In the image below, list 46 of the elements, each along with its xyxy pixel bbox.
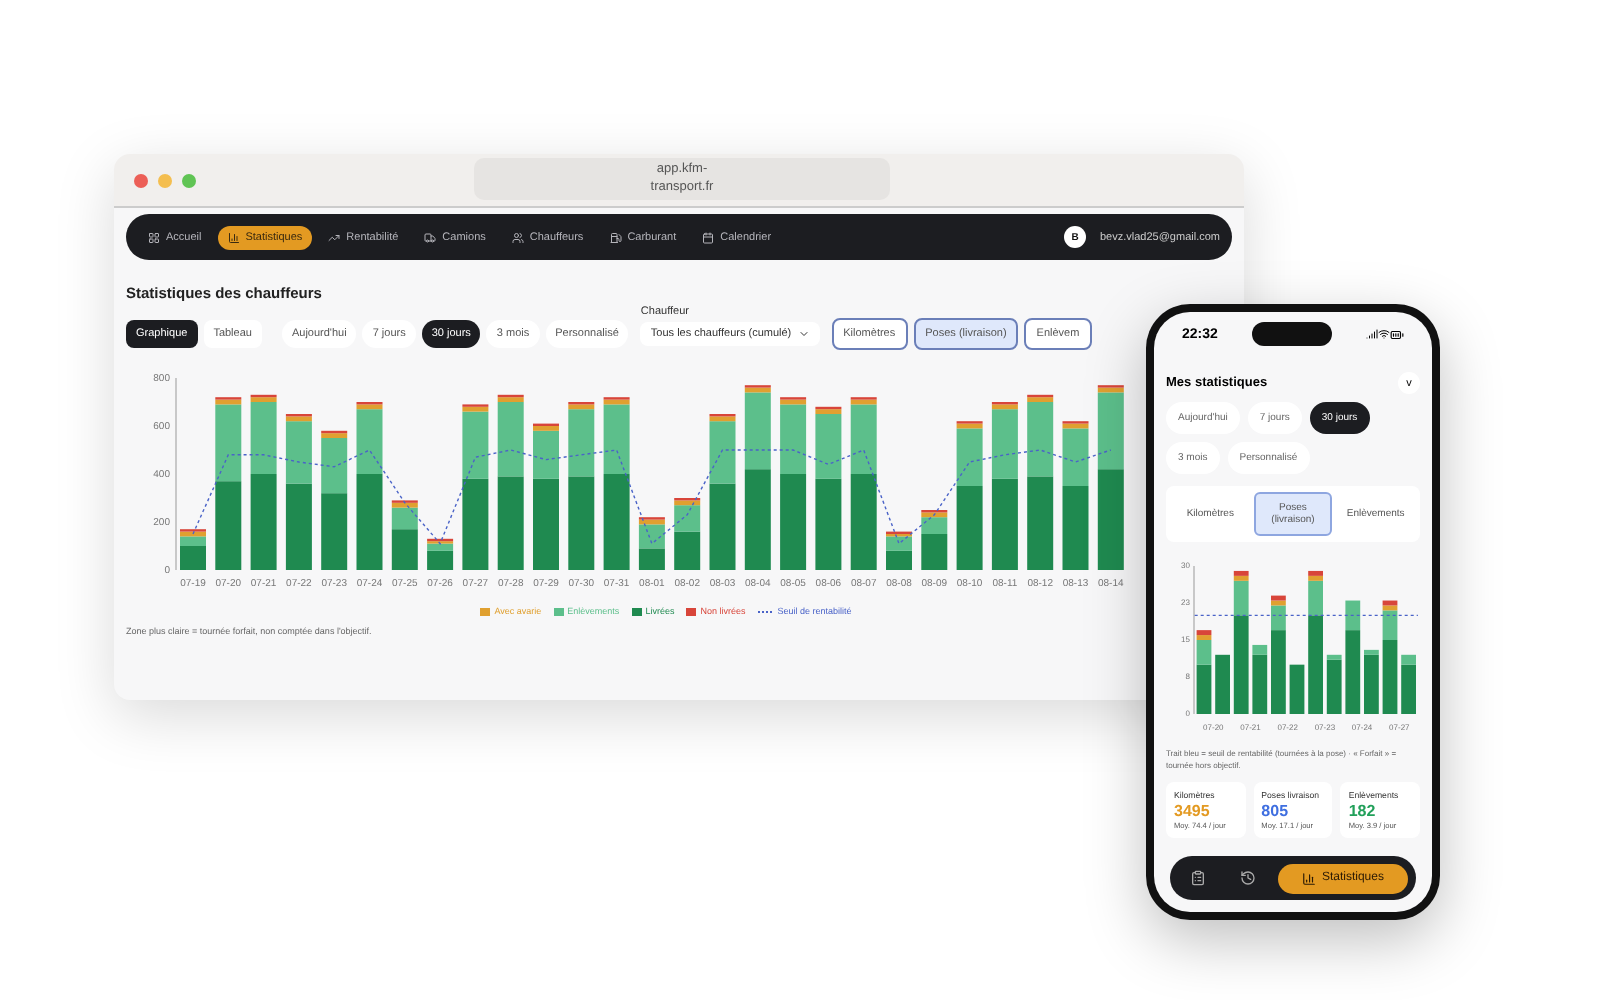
bar-segment — [250, 474, 277, 570]
bar-segment — [603, 474, 630, 570]
nav-icon — [424, 231, 437, 243]
camera-notch — [1251, 322, 1332, 346]
legend-swatch — [631, 607, 642, 615]
bar-segment — [321, 493, 348, 570]
bar-segment — [568, 476, 595, 570]
close-icon[interactable] — [134, 173, 148, 187]
bar-segment — [815, 478, 842, 570]
nav-icon — [609, 231, 622, 243]
maximize-icon[interactable] — [182, 173, 196, 187]
battery-icon — [1390, 327, 1404, 341]
bar-segment — [497, 476, 524, 570]
stat-value: 182 — [1348, 802, 1378, 820]
stat-value: 3495 — [1174, 802, 1212, 820]
bar-segment — [638, 548, 665, 570]
bar-segment — [215, 481, 242, 570]
legend-swatch — [480, 607, 491, 615]
legend-swatch — [686, 607, 697, 615]
clipboard-icon — [1190, 870, 1207, 886]
bar-segment — [462, 478, 489, 570]
nav-icon — [148, 231, 160, 243]
nav-icon — [511, 231, 524, 243]
bar-segment — [285, 483, 312, 570]
chart-icon — [1301, 871, 1316, 885]
dashed-line-icon — [757, 607, 774, 615]
bar-segment — [709, 483, 736, 570]
bar-segment — [1097, 469, 1124, 570]
chevron-icon — [797, 328, 810, 340]
bar-segment — [1027, 476, 1054, 570]
bar-segment — [1289, 664, 1305, 714]
bar-segment — [991, 478, 1018, 570]
bar-segment — [1215, 654, 1230, 714]
nav-icon — [328, 231, 341, 243]
nav-icon — [227, 231, 240, 243]
bar-segment — [780, 474, 807, 570]
wifi-icon — [1378, 328, 1390, 340]
legend-swatch — [553, 607, 564, 615]
signal-icon — [1366, 328, 1378, 340]
minimize-icon[interactable] — [158, 173, 172, 187]
bar-segment — [850, 474, 877, 570]
nav-icon — [702, 231, 715, 243]
bar-segment — [886, 550, 912, 570]
history-icon — [1240, 870, 1257, 886]
stat-value: 805 — [1261, 802, 1291, 820]
bar-segment — [744, 469, 771, 570]
